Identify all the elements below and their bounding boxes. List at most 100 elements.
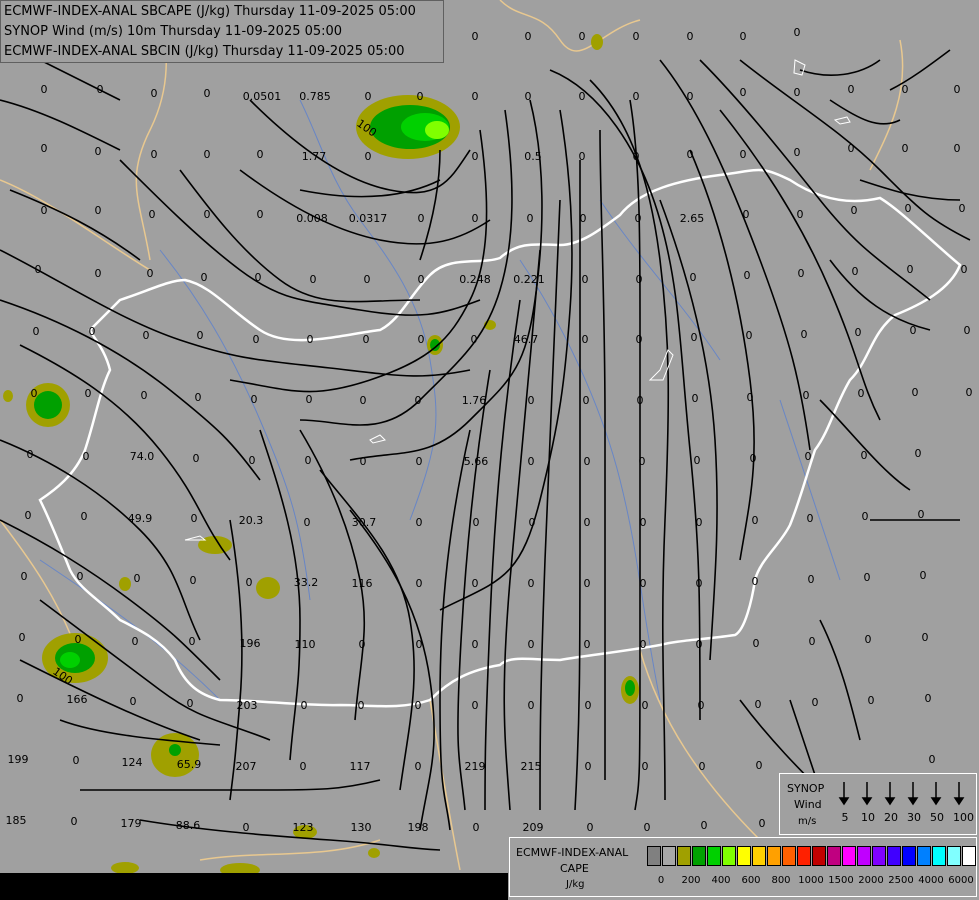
cape-color-swatch xyxy=(827,846,841,866)
cape-value-label: 0 xyxy=(130,695,137,708)
cape-value-label: 0 xyxy=(640,638,647,651)
cape-value-label: 0 xyxy=(579,30,586,43)
cape-color-swatch xyxy=(722,846,736,866)
cape-value-label: 0 xyxy=(251,393,258,406)
cape-value-label: 0 xyxy=(41,204,48,217)
cape-value-label: 0 xyxy=(304,516,311,529)
cape-value-label: 0 xyxy=(204,208,211,221)
cape-value-label: 0 xyxy=(959,202,966,215)
cape-value-label: 0 xyxy=(701,819,708,832)
cape-legend-unit: J/kg xyxy=(566,879,585,890)
wind-speed-label: 100 xyxy=(953,811,974,824)
cape-color-swatch xyxy=(857,846,871,866)
cape-value-label: 0 xyxy=(687,148,694,161)
cape-value-label: 0 xyxy=(642,760,649,773)
cape-legend-subtitle: CAPE xyxy=(560,862,589,875)
cape-value-label: 0 xyxy=(525,90,532,103)
cape-value-label: 0.221 xyxy=(513,273,545,286)
cape-value-label: 0 xyxy=(752,575,759,588)
wind-speed-label: 30 xyxy=(907,811,921,824)
cape-color-swatch xyxy=(797,846,811,866)
cape-value-label: 0 xyxy=(31,387,38,400)
cape-value-label: 65.9 xyxy=(177,758,202,771)
cape-color-swatch xyxy=(962,846,976,866)
cape-value-label: 0 xyxy=(73,754,80,767)
cape-value-label: 0 xyxy=(905,202,912,215)
cape-value-label: 33.2 xyxy=(294,576,319,589)
cape-value-label: 0 xyxy=(925,692,932,705)
cape-tick-label: 1000 xyxy=(798,875,824,886)
cape-value-label: 0 xyxy=(807,512,814,525)
cape-value-label: 0 xyxy=(41,83,48,96)
cape-value-label: 0 xyxy=(253,333,260,346)
cape-value-label: 0 xyxy=(580,212,587,225)
cape-value-label: 0 xyxy=(151,148,158,161)
cape-value-label: 0 xyxy=(416,455,423,468)
cape-value-label: 0 xyxy=(300,760,307,773)
cape-value-label: 0 xyxy=(77,570,84,583)
cape-value-label: 0 xyxy=(527,212,534,225)
cape-value-label: 0 xyxy=(579,90,586,103)
cape-value-label: 0 xyxy=(635,212,642,225)
cape-value-label: 0 xyxy=(687,90,694,103)
cape-value-label: 199 xyxy=(8,753,29,766)
cape-value-label: 0 xyxy=(902,142,909,155)
cape-value-label: 0 xyxy=(528,638,535,651)
cape-value-label: 0 xyxy=(528,577,535,590)
cape-color-swatch xyxy=(662,846,676,866)
cape-color-swatch xyxy=(842,846,856,866)
map-edge-strip xyxy=(0,873,508,900)
cape-value-label: 0 xyxy=(151,87,158,100)
cape-value-label: 0 xyxy=(27,448,34,461)
cape-value-label: 0 xyxy=(190,574,197,587)
cape-value-label: 0 xyxy=(416,516,423,529)
cape-value-label: 0 xyxy=(363,333,370,346)
cape-value-label: 0 xyxy=(528,699,535,712)
cape-value-label: 0 xyxy=(71,815,78,828)
cape-value-label: 0 xyxy=(690,271,697,284)
wind-legend-unit: m/s xyxy=(798,816,817,827)
cape-value-label: 0 xyxy=(636,273,643,286)
cape-value-label: 0 xyxy=(740,30,747,43)
cape-value-label: 0 xyxy=(864,571,871,584)
cape-tick-label: 2000 xyxy=(858,875,884,886)
cape-value-label: 74.0 xyxy=(130,450,155,463)
cape-value-label: 0 xyxy=(301,699,308,712)
cape-value-label: 0 xyxy=(808,573,815,586)
cape-value-label: 0 xyxy=(747,391,754,404)
cape-value-label: 0 xyxy=(691,331,698,344)
cape-value-label: 0 xyxy=(246,576,253,589)
cape-value-label: 0 xyxy=(851,204,858,217)
cape-value-label: 0 xyxy=(19,631,26,644)
cape-value-label: 0.785 xyxy=(299,90,331,103)
cape-value-label: 166 xyxy=(67,693,88,706)
cape-value-label: 0 xyxy=(929,753,936,766)
cape-value-label: 30.7 xyxy=(352,516,377,529)
cape-value-label: 0 xyxy=(306,393,313,406)
cape-value-label: 0.0501 xyxy=(243,90,282,103)
cape-value-label: 196 xyxy=(240,637,261,650)
cape-value-label: 0 xyxy=(740,148,747,161)
cape-color-swatch xyxy=(737,846,751,866)
cape-value-label: 0 xyxy=(744,269,751,282)
cape-value-label: 0 xyxy=(585,699,592,712)
cape-tick-label: 600 xyxy=(741,875,761,886)
cape-value-label: 0 xyxy=(418,212,425,225)
cape-value-label: 0 xyxy=(472,30,479,43)
wind-speed-label: 10 xyxy=(861,811,875,824)
cape-value-label: 0 xyxy=(855,326,862,339)
cape-value-label: 0 xyxy=(640,516,647,529)
cape-value-label: 0 xyxy=(755,698,762,711)
cape-value-label: 0 xyxy=(803,389,810,402)
cape-value-label: 0.5 xyxy=(524,150,542,163)
cape-value-label: 0 xyxy=(865,633,872,646)
cape-value-label: 0 xyxy=(360,394,367,407)
cape-value-label: 0 xyxy=(582,333,589,346)
cape-color-swatch xyxy=(872,846,886,866)
cape-value-label: 0 xyxy=(472,212,479,225)
cape-value-label: 0 xyxy=(694,454,701,467)
cape-value-label: 0 xyxy=(89,325,96,338)
cape-value-label: 0 xyxy=(692,392,699,405)
cape-value-label: 0 xyxy=(134,572,141,585)
cape-value-label: 0 xyxy=(852,265,859,278)
